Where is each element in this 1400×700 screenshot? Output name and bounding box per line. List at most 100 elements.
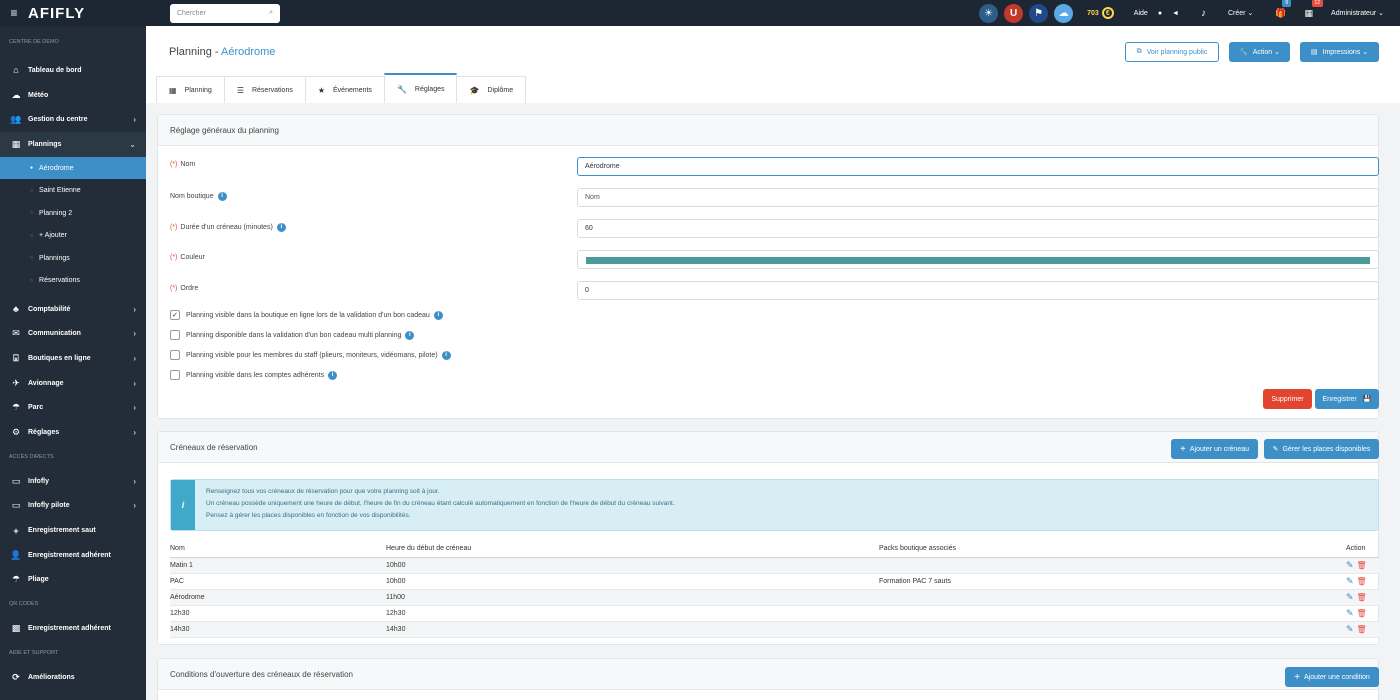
sidebar-item-enreg-saut[interactable]: + Enregistrement saut [0,518,146,543]
trash-icon[interactable]: 🗑 [1357,577,1367,586]
input-value: 0 [585,287,589,294]
btn-label: Action [1252,48,1273,56]
sidebar-item-communication[interactable]: ✉ Communication › [0,321,146,346]
brand-u-icon[interactable]: U [1004,3,1024,23]
sidebar-sub-label: Aérodrome [39,164,74,172]
main-content: Planning - Aérodrome ⧉ Voir planning publ… [146,26,1400,700]
delete-button[interactable]: Supprimer [1263,389,1312,409]
trash-icon[interactable]: 🗑 [1357,625,1367,634]
menu-icon[interactable]: ≡ [0,6,28,20]
envelope-icon: ✉ [12,328,20,339]
help-link[interactable]: Aide [1134,10,1148,17]
gift-icon[interactable]: 🎁 9 [1275,0,1292,19]
save-button[interactable]: Enregistrer 💾 [1315,389,1379,409]
checkbox-label: Planning disponible dans la validation d… [186,331,402,339]
sidebar-item-boutiques[interactable]: ⌺ Boutiques en ligne › [0,346,146,371]
sidebar-sub-planning-2[interactable]: ○ Planning 2 [0,202,146,225]
trash-icon[interactable]: 🗑 [1357,561,1367,570]
edit-icon[interactable]: ✎ [1346,576,1354,586]
impressions-button[interactable]: ▤ Impressions ⌄ [1300,42,1379,62]
credits[interactable]: 703 € [1087,7,1114,19]
settings-card: Réglage généraux du planning (*) Nom Aéro… [157,114,1379,419]
dot-icon: ○ [30,255,34,261]
sidebar-item-dashboard[interactable]: ⌂ Tableau de bord [0,58,146,83]
tab-diplome[interactable]: 🎓 Diplôme [456,76,527,103]
checkbox-checked[interactable]: ✓ [170,310,180,320]
sidebar-item-infofly-pilote[interactable]: ▭ Infofly pilote › [0,494,146,519]
tab-evenements[interactable]: ★ Événements [304,76,385,103]
checkbox-row[interactable]: Planning visible pour les membres du sta… [170,350,451,360]
checkbox[interactable] [170,350,180,360]
info-icon[interactable]: i [433,310,443,320]
add-condition-button[interactable]: + Ajouter une condition [1285,667,1379,687]
sidebar-item-ameliorations[interactable]: ⟳ Améliorations [0,665,146,690]
info-icon[interactable]: i [217,192,227,201]
chevron-right-icon: › [133,378,136,388]
edit-icon[interactable]: ✎ [1346,624,1354,634]
info-icon[interactable]: i [441,350,451,360]
action-button[interactable]: 🔧 Action ⌄ [1229,42,1290,62]
nom-boutique-input[interactable]: Nom [577,188,1379,207]
sidebar-sub-reservations[interactable]: ○ Réservations [0,269,146,292]
checkbox[interactable] [170,370,180,380]
sidebar: CENTRE DE DEMO ⌂ Tableau de bord ☁ Météo 👥… [0,26,146,700]
info-icon[interactable]: i [328,370,338,380]
nom-input[interactable]: Aérodrome [577,157,1379,176]
tab-reglages[interactable]: 🔧 Réglages [383,73,458,103]
file-icon: ▤ [1310,49,1318,56]
search-input[interactable]: Chercher ⌕ [170,3,280,23]
sidebar-item-qr-adherent[interactable]: ▩ Enregistrement adhérent [0,616,146,641]
dot-icon: ○ [30,232,34,239]
duree-input[interactable]: 60 [577,219,1379,238]
checkbox[interactable] [170,330,180,340]
sidebar-item-parc[interactable]: ☂ Parc › [0,396,146,421]
checkbox-row[interactable]: ✓ Planning visible dans la boutique en li… [170,310,443,320]
view-public-planning-button[interactable]: ⧉ Voir planning public [1125,42,1219,62]
sidebar-sub-plannings[interactable]: ○ Plannings [0,247,146,270]
cloud-icon[interactable]: ☁ [1054,3,1074,23]
calendar-icon[interactable]: ▦ 12 [1305,0,1324,19]
sidebar-sub-add[interactable]: ○ + Ajouter [0,224,146,247]
info-icon[interactable]: i [276,223,286,232]
ordre-input[interactable]: 0 [577,281,1379,300]
tab-reservations[interactable]: ☰ Réservations [223,76,306,103]
sidebar-label: Parc [28,404,44,412]
manage-places-button[interactable]: ✎ Gérer les places disponibles [1264,439,1379,459]
cell-nom: PAC [170,578,184,585]
trash-icon[interactable]: 🗑 [1357,609,1367,618]
add-creneau-button[interactable]: + Ajouter un créneau [1171,439,1258,459]
sidebar-sub-saint-etienne[interactable]: ○ Saint Etienne [0,179,146,202]
music-icon[interactable]: ♪ [1201,8,1206,19]
sidebar-item-comptabilite[interactable]: ♣ Comptabilité › [0,297,146,322]
couleur-picker[interactable] [577,250,1379,269]
checkbox-row[interactable]: Planning visible dans les comptes adhére… [170,370,338,380]
sidebar-item-enreg-adherent[interactable]: 👤 Enregistrement adhérent [0,543,146,568]
sidebar-item-plannings[interactable]: ▦ Plannings ⌄ [0,132,146,157]
sidebar-sub-aerodrome[interactable]: ● Aérodrome [0,156,146,180]
chevron-right-icon: › [133,304,136,314]
sidebar-item-meteo[interactable]: ☁ Météo [0,83,146,108]
info-icon[interactable]: i [405,330,415,340]
sidebar-item-gestion[interactable]: 👥 Gestion du centre › [0,107,146,132]
edit-icon[interactable]: ✎ [1346,560,1354,570]
checkbox-row[interactable]: Planning disponible dans la validation d… [170,330,415,340]
sidebar-item-avionnage[interactable]: ✈ Avionnage › [0,371,146,396]
edit-icon[interactable]: ✎ [1346,608,1354,618]
sidebar-item-infofly[interactable]: ▭ Infofly › [0,469,146,494]
tab-planning[interactable]: ▦ Planning [156,76,225,103]
weather-sun-icon[interactable]: ☀ [979,3,999,23]
cell-heure: 10h00 [386,562,406,569]
edit-icon[interactable]: ✎ [1346,592,1354,602]
plus-icon: + [1180,443,1186,455]
megaphone-icon[interactable]: ◄ [1172,10,1179,17]
sidebar-item-reglages[interactable]: ⚙ Réglages › [0,420,146,445]
logo[interactable]: AFIFLY [28,5,170,22]
user-menu[interactable]: Administrateur ⌄ [1331,9,1384,18]
sidebar-item-pliage[interactable]: ☂ Pliage [0,568,146,593]
sidebar-label: Infofly [28,477,49,485]
trash-icon[interactable]: 🗑 [1357,593,1367,602]
nom-label: (*) Nom [170,161,195,168]
sidebar-label: Comptabilité [28,305,71,313]
flag-icon[interactable]: ⚑ [1029,3,1049,23]
create-menu[interactable]: Créer ⌄ [1228,9,1253,18]
